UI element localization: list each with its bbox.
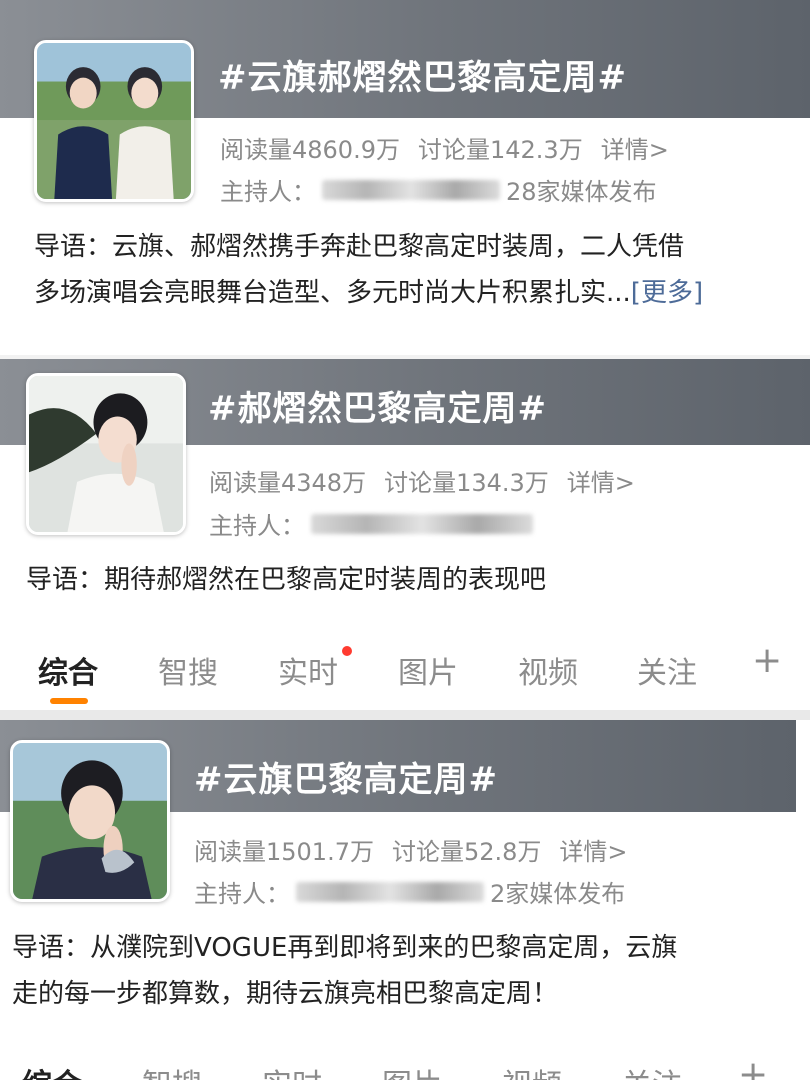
topic-intro: 导语：从濮院到VOGUE再到即将到来的巴黎高定周，云旗 走的每一步都算数，期待云… (12, 925, 677, 1010)
tab-realtime[interactable]: 实时 (278, 648, 338, 692)
section-separator (0, 710, 810, 720)
tab-video[interactable]: 视频 (502, 1060, 562, 1080)
tab-following[interactable]: 关注 (637, 648, 697, 692)
topic-intro: 导语：期待郝熠然在巴黎高定时装周的表现吧 (26, 557, 546, 603)
topic-title[interactable]: #云旗郝熠然巴黎高定周# (218, 50, 627, 99)
topic-avatar[interactable] (26, 373, 186, 535)
discussion-count: 讨论量134.3万 (384, 469, 549, 497)
topic-intro: 导语：云旗、郝熠然携手奔赴巴黎高定时装周，二人凭借 多场演唱会亮眼舞台造型、多元… (34, 224, 703, 316)
topic-title[interactable]: #郝熠然巴黎高定周# (208, 381, 547, 430)
add-tab-icon[interactable]: + (738, 1054, 768, 1080)
intro-line: 导语：期待郝熠然在巴黎高定时装周的表现吧 (26, 565, 547, 595)
intro-line: 多场演唱会亮眼舞台造型、多元时尚大片积累扎实... (34, 278, 631, 308)
topic-card-3[interactable]: #云旗巴黎高定周# 阅读量1501.7万 讨论量52.8万 详情> 主持人： 2家媒… (0, 720, 810, 1010)
read-count: 阅读量4860.9万 (220, 136, 400, 164)
topic-card-1[interactable]: #云旗郝熠然巴黎高定周# 阅读量4860.9万 讨论量142.3万 详情> 主持人：… (0, 0, 810, 355)
host-label: 主持人： (209, 512, 305, 540)
tab-realtime[interactable]: 实时 (262, 1060, 322, 1080)
topic-stats: 阅读量1501.7万 讨论量52.8万 详情> (194, 832, 646, 867)
host-line: 主持人： 2家媒体发布 (194, 874, 625, 909)
media-count: 28家媒体发布 (506, 178, 657, 206)
topic-stats: 阅读量4860.9万 讨论量142.3万 详情> (220, 130, 687, 165)
media-count: 2家媒体发布 (490, 880, 626, 908)
tab-smart-search[interactable]: 智搜 (142, 1060, 202, 1080)
tab-images[interactable]: 图片 (398, 648, 458, 692)
topic-title[interactable]: #云旗巴黎高定周# (194, 752, 498, 801)
host-line: 主持人： (209, 506, 539, 541)
host-label: 主持人： (194, 880, 290, 908)
search-tab-bar: 综合 智搜 实时 图片 视频 关注 + (0, 632, 810, 710)
tab-comprehensive[interactable]: 综合 (22, 1060, 82, 1080)
topic-stats: 阅读量4348万 讨论量134.3万 详情> (209, 463, 653, 498)
search-tab-bar: 综合 智搜 实时 图片 视频 关注 + (0, 1046, 810, 1080)
detail-link[interactable]: 详情> (567, 469, 635, 497)
blurred-host-name (311, 513, 533, 534)
active-tab-underline (50, 698, 88, 704)
read-count: 阅读量1501.7万 (194, 838, 374, 866)
intro-line: 导语：云旗、郝熠然携手奔赴巴黎高定时装周，二人凭借 (34, 232, 685, 262)
discussion-count: 讨论量52.8万 (391, 838, 542, 866)
more-link[interactable]: [更多] (631, 278, 703, 308)
tab-video[interactable]: 视频 (518, 648, 578, 692)
intro-line: 走的每一步都算数，期待云旗亮相巴黎高定周！ (12, 979, 559, 1009)
tab-following[interactable]: 关注 (622, 1060, 682, 1080)
blurred-host-name (322, 179, 500, 200)
tab-images[interactable]: 图片 (382, 1060, 442, 1080)
discussion-count: 讨论量142.3万 (417, 136, 583, 164)
topic-avatar[interactable] (34, 40, 194, 202)
topic-avatar[interactable] (10, 740, 170, 902)
detail-link[interactable]: 详情> (601, 136, 669, 164)
intro-line: 导语：从濮院到VOGUE再到即将到来的巴黎高定周，云旗 (12, 933, 678, 963)
tab-comprehensive[interactable]: 综合 (38, 648, 98, 692)
host-line: 主持人： 28家媒体发布 (220, 172, 657, 207)
host-label: 主持人： (220, 178, 316, 206)
tab-smart-search[interactable]: 智搜 (158, 648, 218, 692)
topic-card-2[interactable]: #郝熠然巴黎高定周# 阅读量4348万 讨论量134.3万 详情> 主持人： 导语：… (0, 359, 810, 632)
notification-dot (342, 646, 352, 656)
read-count: 阅读量4348万 (209, 469, 367, 497)
blurred-host-name (296, 881, 484, 902)
add-tab-icon[interactable]: + (752, 640, 782, 681)
detail-link[interactable]: 详情> (559, 838, 627, 866)
